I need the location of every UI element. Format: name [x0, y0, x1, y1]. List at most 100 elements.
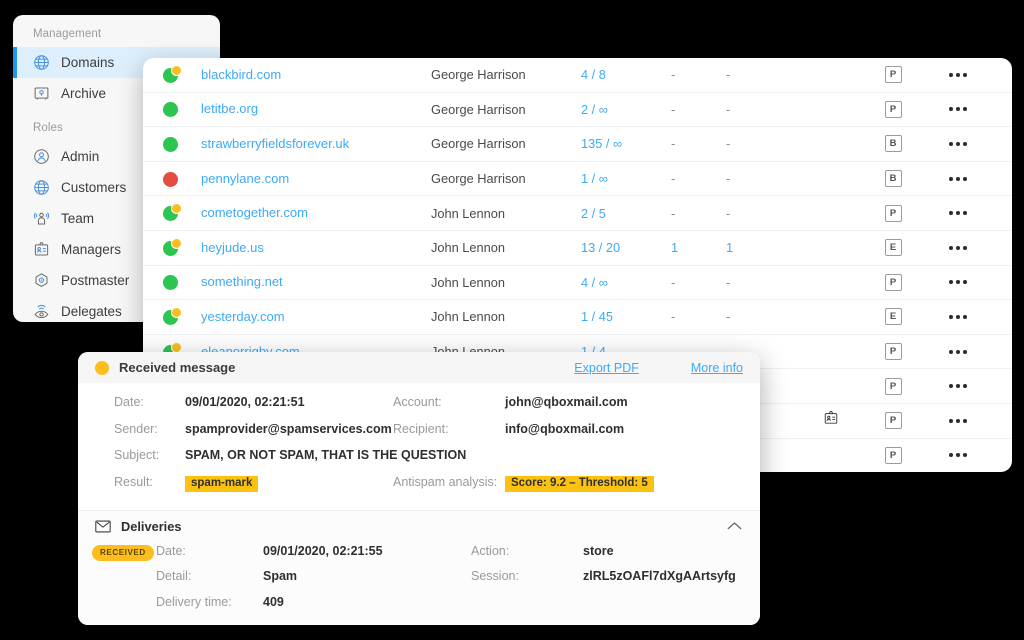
type-cell: P	[863, 343, 923, 360]
table-row[interactable]: cometogether.comJohn Lennon2 / 5--P	[143, 196, 1012, 231]
subject-value: SPAM, OR NOT SPAM, THAT IS THE QUESTION	[185, 448, 760, 462]
id-card-icon[interactable]	[823, 410, 839, 431]
domain-cell: heyjude.us	[201, 239, 431, 257]
more-info-link[interactable]: More info	[691, 361, 743, 375]
status-indicator-icon	[163, 66, 181, 84]
domain-link[interactable]: cometogether.com	[201, 205, 308, 220]
status-cell	[143, 66, 201, 84]
type-badge: E	[885, 239, 902, 256]
owner-cell: John Lennon	[431, 206, 581, 221]
message-fields: Date: 09/01/2020, 02:21:51 Account: john…	[78, 383, 760, 501]
badge-cell	[798, 410, 863, 431]
deliveries-header[interactable]: Deliveries	[78, 511, 760, 542]
account-value: john@qboxmail.com	[505, 395, 760, 409]
delivery-detail-label: Detail:	[156, 569, 263, 583]
domain-cell: something.net	[201, 273, 431, 291]
status-indicator-icon	[163, 273, 181, 291]
received-message-header: Received message Export PDF More info	[78, 352, 760, 383]
row-menu-button[interactable]	[949, 107, 967, 111]
domain-cell: pennylane.com	[201, 170, 431, 188]
export-pdf-link[interactable]: Export PDF	[574, 361, 639, 375]
domain-link[interactable]: letitbe.org	[201, 101, 258, 116]
sidebar-item-label: Admin	[61, 149, 99, 164]
globe-icon	[33, 179, 50, 196]
row-menu-button[interactable]	[949, 350, 967, 354]
type-badge: P	[885, 447, 902, 464]
row-menu-button[interactable]	[949, 177, 967, 181]
table-row[interactable]: heyjude.usJohn Lennon13 / 2011E	[143, 231, 1012, 266]
row-menu-button[interactable]	[949, 453, 967, 457]
status-cell	[143, 204, 201, 222]
type-cell: P	[863, 101, 923, 118]
table-row[interactable]: yesterday.comJohn Lennon1 / 45--E	[143, 300, 1012, 335]
delivery-row-time: Delivery time: 409	[78, 595, 760, 622]
team-icon	[33, 210, 50, 227]
panel-title: Received message	[119, 360, 235, 375]
domain-link[interactable]: strawberryfieldsforever.uk	[201, 136, 349, 151]
hexagon-dot-icon	[33, 272, 50, 289]
antispam-value-wrap: Score: 9.2 – Threshold: 5	[505, 475, 760, 493]
warning-dot-icon	[171, 342, 182, 353]
status-indicator-icon	[163, 204, 181, 222]
count-1-cell: -	[671, 102, 726, 117]
subject-label: Subject:	[78, 448, 185, 462]
type-cell: E	[863, 308, 923, 325]
row-menu-button[interactable]	[949, 280, 967, 284]
count-1-cell: 1	[671, 240, 726, 255]
delivery-row-detail: Detail: Spam Session: zlRL5zOAFl7dXgAArt…	[78, 569, 760, 596]
row-menu-button[interactable]	[949, 211, 967, 215]
status-indicator-icon	[163, 135, 181, 153]
date-label: Date:	[78, 395, 185, 409]
row-menu-cell	[923, 107, 993, 111]
type-cell: P	[863, 205, 923, 222]
row-menu-cell	[923, 177, 993, 181]
domain-link[interactable]: heyjude.us	[201, 240, 264, 255]
status-indicator-icon	[163, 239, 181, 257]
domain-link[interactable]: yesterday.com	[201, 309, 285, 324]
type-badge: P	[885, 205, 902, 222]
count-1-cell: -	[671, 206, 726, 221]
quota-cell: 2 / ∞	[581, 102, 671, 117]
row-menu-button[interactable]	[949, 142, 967, 146]
type-badge: P	[885, 412, 902, 429]
table-row[interactable]: letitbe.orgGeorge Harrison2 / ∞--P	[143, 93, 1012, 128]
row-menu-button[interactable]	[949, 246, 967, 250]
status-cell	[143, 239, 201, 257]
table-row[interactable]: blackbird.comGeorge Harrison4 / 8--P	[143, 58, 1012, 93]
count-2-cell: 1	[726, 240, 798, 255]
sidebar-group-label: Management	[13, 15, 220, 47]
domain-link[interactable]: something.net	[201, 274, 283, 289]
chevron-up-icon[interactable]	[726, 518, 743, 536]
row-menu-button[interactable]	[949, 73, 967, 77]
row-menu-button[interactable]	[949, 315, 967, 319]
row-menu-cell	[923, 453, 993, 457]
count-2-cell: -	[726, 309, 798, 324]
table-row[interactable]: something.netJohn Lennon4 / ∞--P	[143, 266, 1012, 301]
delivery-action-label: Action:	[471, 544, 583, 558]
table-row[interactable]: strawberryfieldsforever.ukGeorge Harriso…	[143, 127, 1012, 162]
type-badge: B	[885, 135, 902, 152]
count-2-cell: -	[726, 67, 798, 82]
type-badge: B	[885, 170, 902, 187]
type-badge: P	[885, 101, 902, 118]
count-2-cell: -	[726, 136, 798, 151]
quota-cell: 1 / 45	[581, 309, 671, 324]
status-cell	[143, 100, 201, 118]
row-menu-cell	[923, 384, 993, 388]
domain-cell: strawberryfieldsforever.uk	[201, 135, 431, 153]
row-menu-cell	[923, 350, 993, 354]
domain-link[interactable]: pennylane.com	[201, 171, 289, 186]
row-menu-button[interactable]	[949, 419, 967, 423]
sidebar-item-label: Postmaster	[61, 273, 129, 288]
count-1-cell: -	[671, 67, 726, 82]
delivery-session-value: zlRL5zOAFl7dXgAArtsyfg	[583, 569, 760, 583]
antispam-score-badge: Score: 9.2 – Threshold: 5	[505, 476, 654, 493]
type-badge: E	[885, 308, 902, 325]
domain-link[interactable]: blackbird.com	[201, 67, 281, 82]
received-message-panel: Received message Export PDF More info Da…	[78, 352, 760, 625]
table-row[interactable]: pennylane.comGeorge Harrison1 / ∞--B	[143, 162, 1012, 197]
type-cell: E	[863, 239, 923, 256]
result-value-wrap: spam-mark	[185, 475, 393, 493]
quota-cell: 135 / ∞	[581, 136, 671, 151]
row-menu-button[interactable]	[949, 384, 967, 388]
